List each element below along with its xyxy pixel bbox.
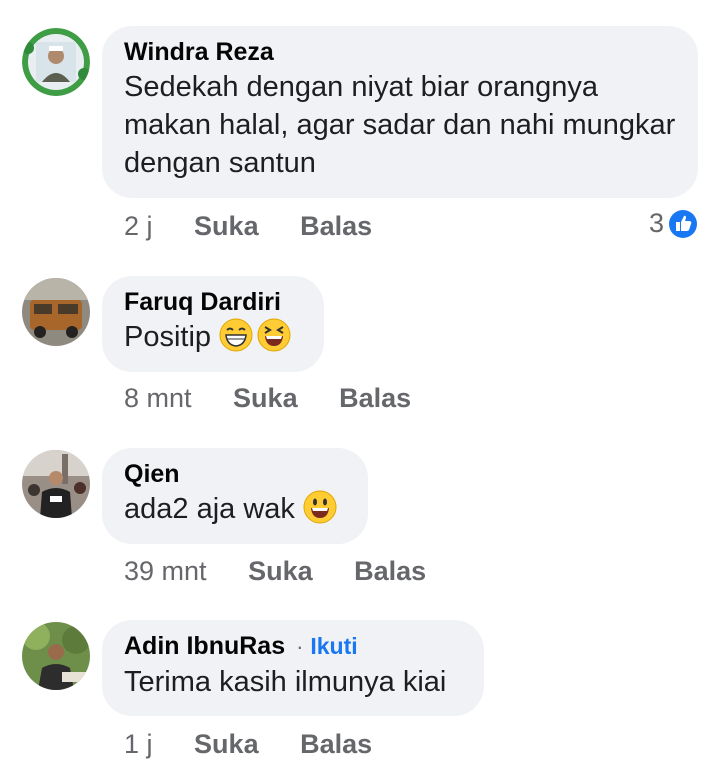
comment-author[interactable]: Adin IbnuRas <box>124 632 285 660</box>
comment-bubble: Adin IbnuRas · Ikuti Terima kasih ilmuny… <box>102 620 484 716</box>
comment-actions: 8 mnt Suka Balas <box>124 382 445 414</box>
reply-button[interactable]: Balas <box>300 729 372 759</box>
like-button[interactable]: Suka <box>248 556 313 586</box>
comment-text: Positip <box>124 321 212 353</box>
comment-time[interactable]: 2 j <box>124 211 153 241</box>
follow-button[interactable]: Ikuti <box>310 633 357 659</box>
comment-bubble: Windra Reza Sedekah dengan niyat biar or… <box>102 26 698 198</box>
comment-actions: 2 j Suka Balas <box>124 210 406 242</box>
comment-actions: 1 j Suka Balas <box>124 728 406 760</box>
avatar[interactable] <box>22 278 90 346</box>
avatar[interactable] <box>22 450 90 518</box>
comment-text: Sedekah dengan niyat biar orangnya makan… <box>124 71 676 179</box>
like-thumb-icon <box>669 209 697 238</box>
like-button[interactable]: Suka <box>194 211 259 241</box>
reaction-count-value: 3 <box>648 208 664 238</box>
comment-bubble: Faruq Dardiri Positip <box>102 276 324 372</box>
comment-author[interactable]: Faruq Dardiri <box>124 286 302 318</box>
comment-text-row: ada2 aja wak <box>124 490 346 528</box>
like-button[interactable]: Suka <box>194 729 259 759</box>
comment-text: ada2 aja wak <box>124 493 295 525</box>
avatar[interactable] <box>22 28 90 96</box>
follow-separator: · <box>296 634 304 659</box>
comment-author[interactable]: Windra Reza <box>124 36 676 68</box>
reply-button[interactable]: Balas <box>354 556 426 586</box>
comment-time[interactable]: 39 mnt <box>124 556 207 586</box>
reaction-count[interactable]: 3 <box>649 208 698 239</box>
comment-time[interactable]: 8 mnt <box>124 383 192 413</box>
comment-time[interactable]: 1 j <box>124 729 153 759</box>
comment-text: Terima kasih ilmunya kiai <box>124 666 447 698</box>
comment-bubble: Qien ada2 aja wak <box>102 448 368 544</box>
comment-author-row: Adin IbnuRas · Ikuti <box>124 630 462 663</box>
grinning-squinting-face-icon <box>219 318 253 352</box>
like-button[interactable]: Suka <box>233 383 298 413</box>
laughing-squinting-face-icon <box>257 318 291 352</box>
avatar[interactable] <box>22 622 90 690</box>
comment-author[interactable]: Qien <box>124 458 346 490</box>
comment-text-row: Positip <box>124 318 302 356</box>
comment-thread: Windra Reza Sedekah dengan niyat biar or… <box>0 0 720 776</box>
reply-button[interactable]: Balas <box>339 383 411 413</box>
comment-actions: 39 mnt Suka Balas <box>124 555 460 587</box>
smiling-face-icon <box>303 490 337 524</box>
reply-button[interactable]: Balas <box>300 211 372 241</box>
